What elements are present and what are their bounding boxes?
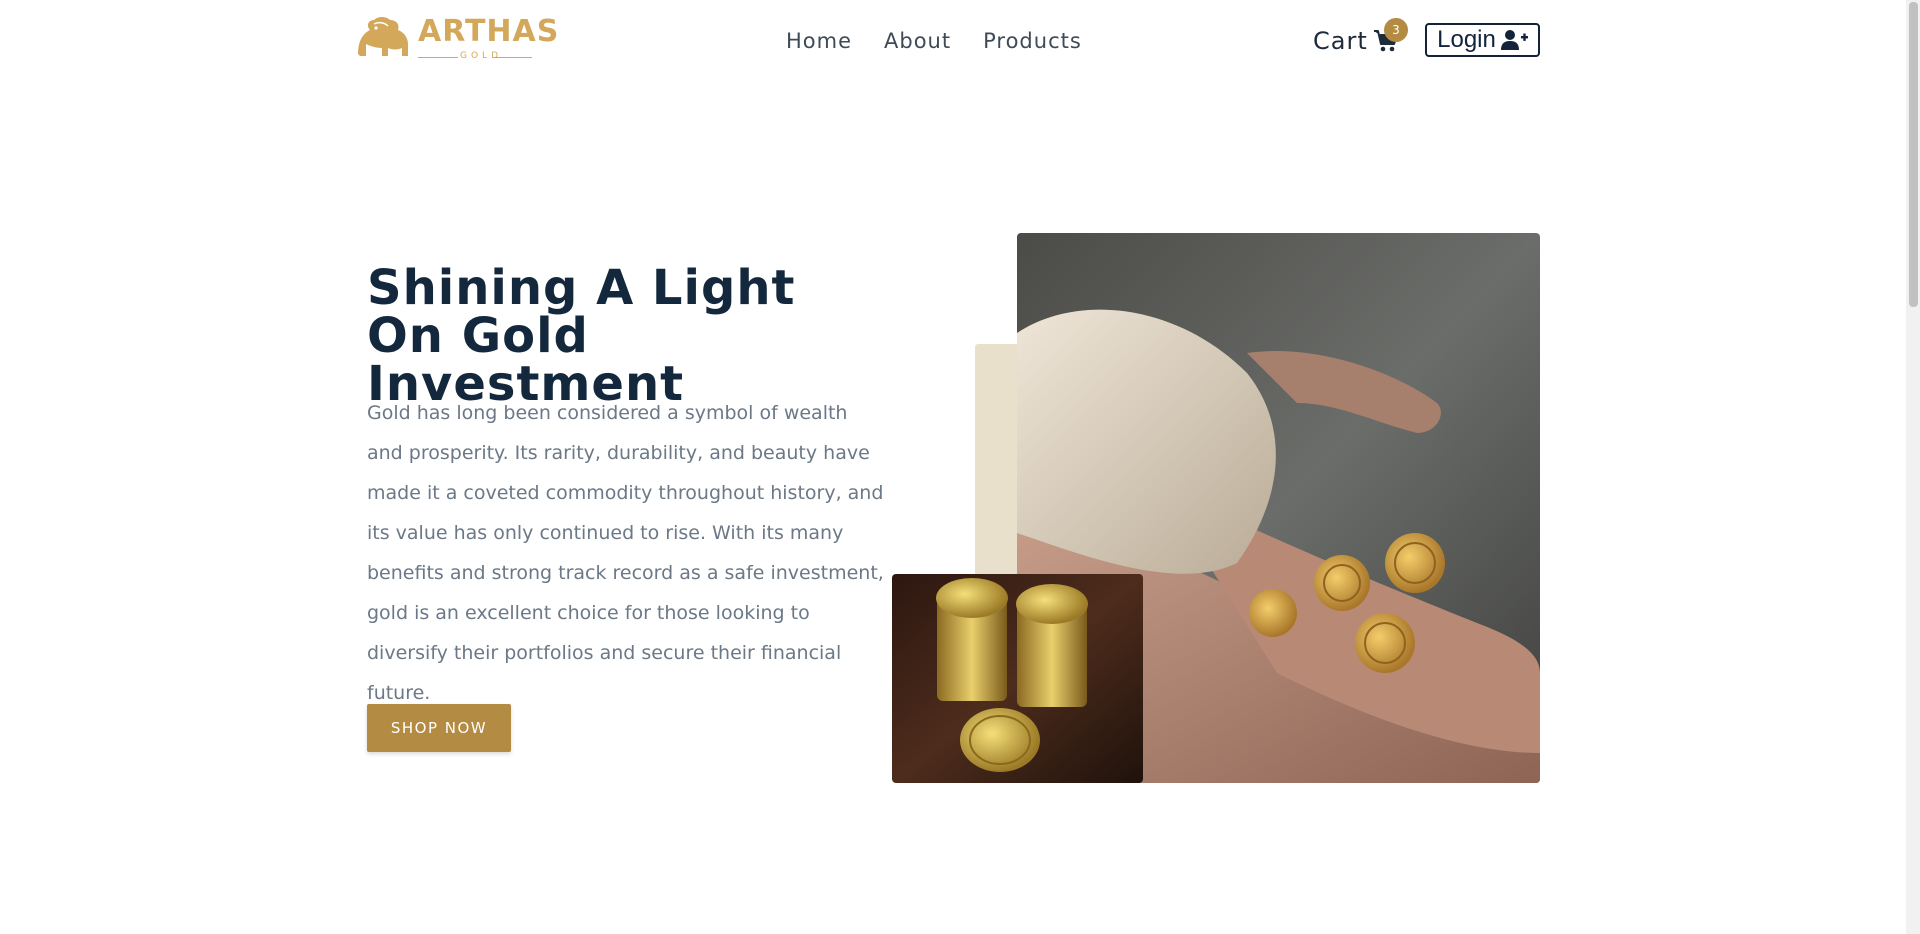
user-plus-icon bbox=[1500, 30, 1528, 50]
cart-link[interactable]: Cart 3 bbox=[1313, 18, 1408, 58]
nav-about[interactable]: About bbox=[884, 26, 951, 56]
login-button[interactable]: Login bbox=[1425, 23, 1540, 57]
logo-brand-text: ARTHAS bbox=[418, 14, 560, 49]
cart-count-badge: 3 bbox=[1384, 18, 1408, 42]
main-nav: Home About Products bbox=[786, 26, 1114, 56]
gold-coin-stacks-photo bbox=[892, 574, 1143, 783]
brand-logo[interactable]: ARTHAS GOLD bbox=[352, 14, 558, 62]
site-header: ARTHAS GOLD Home About Products Cart 3 L… bbox=[0, 0, 1906, 82]
hero-title-line-1: Shining A Light bbox=[367, 260, 796, 316]
cart-label: Cart bbox=[1313, 27, 1368, 55]
scrollbar-thumb[interactable] bbox=[1909, 2, 1918, 307]
hero-title: Shining A Light On Gold Investment bbox=[367, 264, 887, 408]
logo-sub-text: GOLD bbox=[460, 51, 503, 61]
nav-products[interactable]: Products bbox=[983, 26, 1082, 56]
hero-description: Gold has long been considered a symbol o… bbox=[367, 402, 884, 704]
lion-icon bbox=[358, 17, 408, 56]
nav-home[interactable]: Home bbox=[786, 26, 852, 56]
shop-now-button[interactable]: SHOP NOW bbox=[367, 704, 511, 752]
login-label: Login bbox=[1437, 26, 1496, 53]
page-scrollbar[interactable] bbox=[1906, 0, 1920, 934]
logo-divider-right bbox=[492, 57, 532, 58]
logo-divider-left bbox=[418, 57, 458, 58]
